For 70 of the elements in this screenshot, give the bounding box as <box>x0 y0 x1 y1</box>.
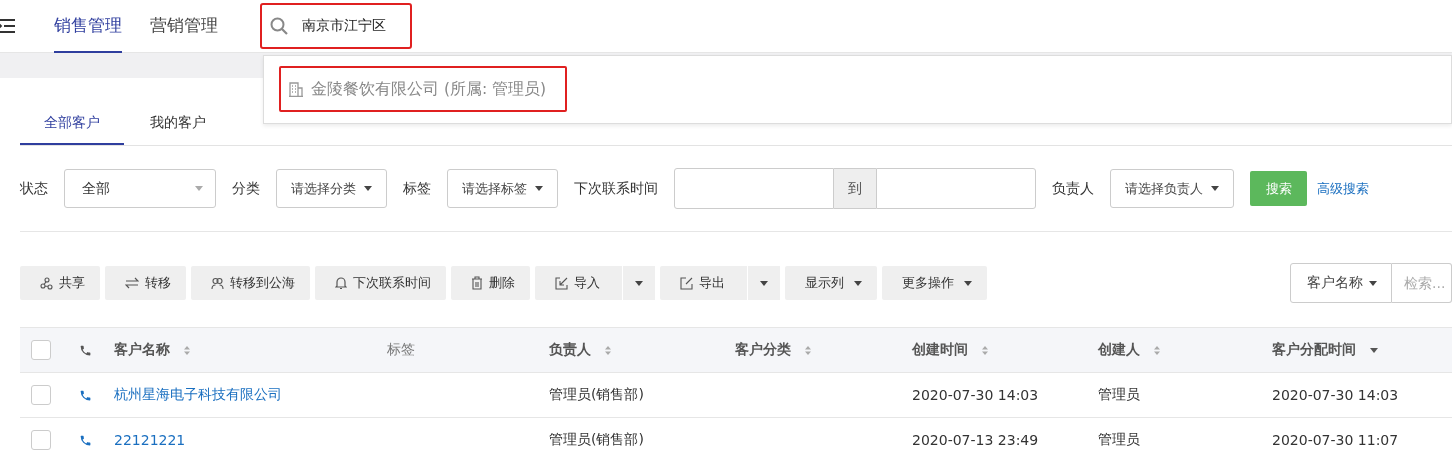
trash-icon <box>471 276 483 290</box>
column-header[interactable]: 客户分类 <box>735 341 791 359</box>
date-end-field[interactable] <box>876 168 1036 209</box>
filter-label: 分类 <box>232 179 260 198</box>
table-cell: 管理员 <box>1098 386 1140 402</box>
column-header[interactable]: 客户名称 <box>114 341 170 359</box>
phone-icon <box>79 343 92 357</box>
column-header[interactable]: 负责人 <box>549 341 591 359</box>
checkbox[interactable] <box>31 430 51 450</box>
suggestion-text: 金陵餐饮有限公司 (所属: 管理员) <box>311 78 547 100</box>
suggestion-item[interactable]: 金陵餐饮有限公司 (所属: 管理员) <box>279 66 567 112</box>
nav-tab[interactable]: 营销管理 <box>150 0 218 53</box>
column-header[interactable]: 创建人 <box>1098 341 1140 359</box>
field-dropdown[interactable]: 客户名称 <box>1290 263 1392 303</box>
phone-icon[interactable] <box>79 388 92 402</box>
customer-name-link[interactable]: 22121221 <box>114 432 186 448</box>
customer-tab[interactable]: 我的客户 <box>126 103 230 145</box>
toolbar-button[interactable]: 更多操作 <box>882 266 987 300</box>
menu-icon[interactable] <box>0 19 16 33</box>
customer-tab[interactable]: 全部客户 <box>20 103 124 145</box>
toolbar-button[interactable]: 删除 <box>451 266 530 300</box>
range-separator: 到 <box>834 168 876 209</box>
building-icon <box>289 81 303 97</box>
table-cell: 2020-07-30 11:07 <box>1272 432 1399 448</box>
toolbar-button[interactable]: 下次联系时间 <box>315 266 446 300</box>
bell-icon <box>335 276 347 290</box>
table-cell: 管理员(销售部) <box>549 386 644 402</box>
sort-icon[interactable] <box>1154 345 1160 355</box>
search-icon <box>270 17 288 35</box>
date-start-field[interactable] <box>674 168 834 209</box>
toolbar-button[interactable]: 显示列 <box>785 266 877 300</box>
advanced-search-link[interactable]: 高级搜索 <box>1317 179 1369 198</box>
sort-icon[interactable] <box>184 345 190 355</box>
import-icon <box>555 276 568 290</box>
filter-dropdown[interactable]: 请选择负责人 <box>1110 169 1234 208</box>
toolbar-button[interactable]: 转移到公海 <box>191 266 310 300</box>
toolbar-button[interactable]: 导出 <box>660 266 747 300</box>
toolbar-button[interactable]: 转移 <box>105 266 186 300</box>
filter-dropdown[interactable]: 请选择分类 <box>276 169 387 208</box>
filter-label: 负责人 <box>1052 179 1094 198</box>
dropdown-toggle[interactable] <box>623 266 655 300</box>
table-cell: 2020-07-30 14:03 <box>912 387 1039 403</box>
sort-icon[interactable] <box>982 345 988 355</box>
people-icon <box>211 276 224 290</box>
share-icon <box>40 276 53 290</box>
filter-label: 状态 <box>20 179 48 198</box>
table-search-field[interactable]: 检索... <box>1392 263 1452 303</box>
customer-name-link[interactable]: 杭州星海电子科技有限公司 <box>114 386 282 402</box>
sort-icon[interactable] <box>605 345 611 355</box>
column-header[interactable]: 创建时间 <box>912 341 968 359</box>
column-header: 标签 <box>387 341 415 359</box>
sort-descending-icon[interactable] <box>1370 347 1378 353</box>
dropdown-toggle[interactable] <box>748 266 780 300</box>
status-select[interactable]: 全部 <box>64 169 216 208</box>
table-cell: 管理员 <box>1098 431 1140 447</box>
table-cell: 2020-07-13 23:49 <box>912 432 1039 448</box>
swap-icon <box>125 277 139 289</box>
toolbar-button[interactable]: 共享 <box>20 266 100 300</box>
sort-icon[interactable] <box>805 345 811 355</box>
phone-icon[interactable] <box>79 433 92 447</box>
filter-label: 下次联系时间 <box>574 179 658 198</box>
column-header[interactable]: 客户分配时间 <box>1272 341 1356 359</box>
export-icon <box>680 276 693 290</box>
filter-label: 标签 <box>403 179 431 198</box>
toolbar-button[interactable]: 导入 <box>535 266 622 300</box>
checkbox[interactable] <box>31 385 51 405</box>
table-cell: 管理员(销售部) <box>549 431 644 447</box>
table-cell: 2020-07-30 14:03 <box>1272 387 1399 403</box>
filter-dropdown[interactable]: 请选择标签 <box>447 169 558 208</box>
checkbox[interactable] <box>31 340 51 360</box>
